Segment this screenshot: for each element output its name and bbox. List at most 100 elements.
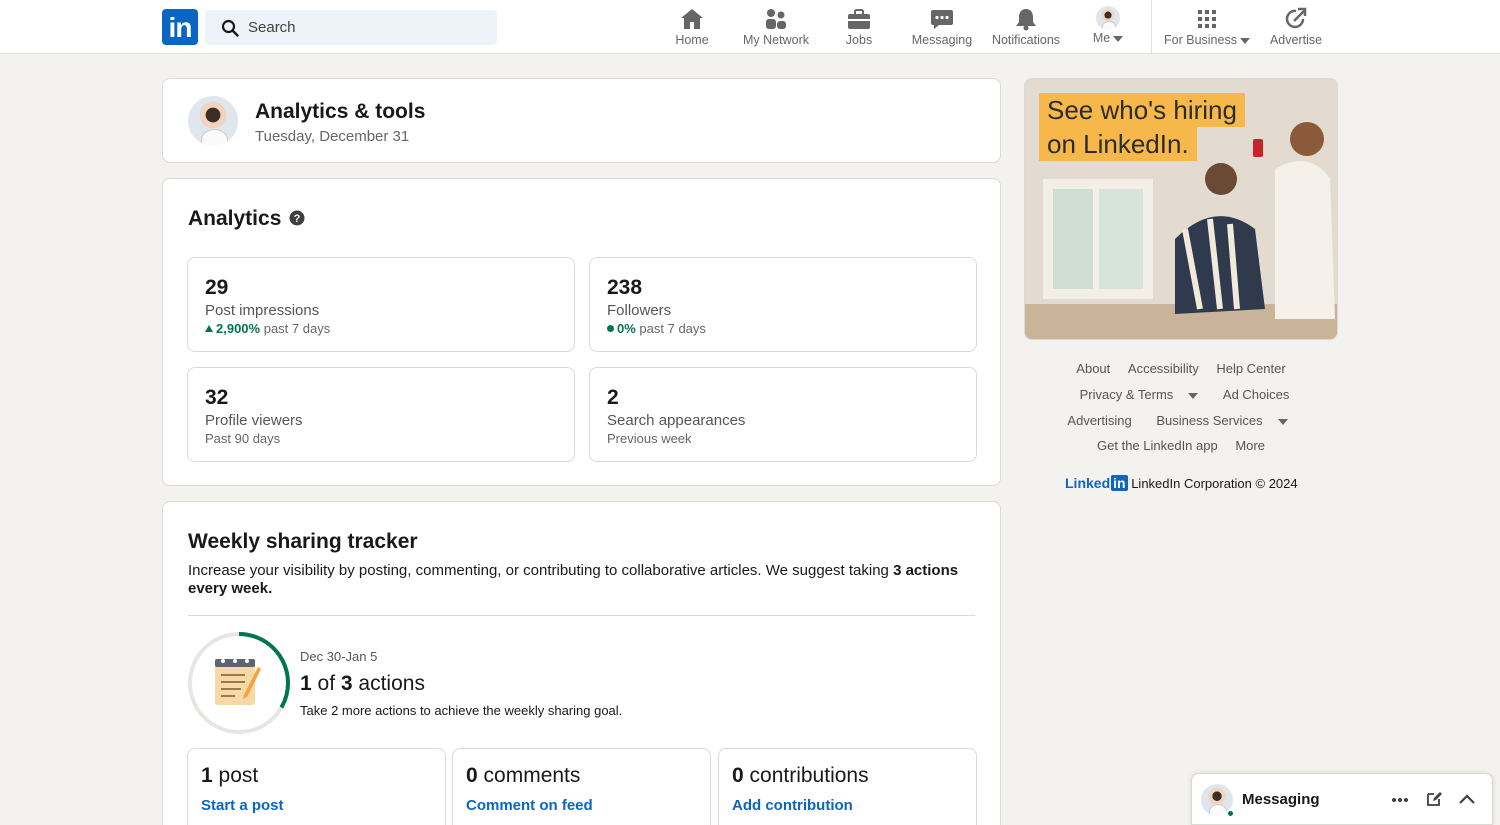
more-icon[interactable] — [1391, 792, 1409, 808]
stat-label: Profile viewers — [205, 412, 303, 429]
help-icon[interactable]: ? — [289, 210, 305, 226]
online-status-indicator — [1226, 809, 1235, 818]
stat-label: Followers — [607, 302, 672, 319]
analytics-header-card: Analytics & tools Tuesday, December 31 — [162, 78, 1001, 163]
home-icon — [681, 9, 703, 29]
search-input[interactable] — [248, 10, 488, 45]
stat-label: Search appearances — [607, 412, 746, 429]
weekly-tracker-card: Weekly sharing tracker Increase your vis… — [162, 501, 1001, 825]
stat-value: 29 — [205, 276, 229, 299]
footer-link-more[interactable]: More — [1235, 438, 1265, 453]
ad-banner[interactable]: See who's hiring on LinkedIn. — [1024, 78, 1338, 340]
footer-row-1: About Accessibility Help Center — [1024, 361, 1338, 376]
add-contribution-link[interactable]: Add contribution — [732, 797, 853, 814]
nav-home[interactable]: Home — [668, 6, 716, 50]
stat-followers[interactable]: 238 Followers 0% past 7 days — [589, 257, 977, 352]
stat-period: Previous week — [607, 431, 692, 446]
footer-link-get-app[interactable]: Get the LinkedIn app — [1097, 438, 1218, 453]
tracker-range: Dec 30-Jan 5 — [300, 649, 378, 664]
action-card-contributions: 0 contributions Add contribution — [718, 748, 977, 825]
analytics-card: Analytics ? 29 Post impressions 2,900% p… — [162, 178, 1001, 486]
tracker-goal: 3 — [340, 672, 353, 695]
stat-period: Past 90 days — [205, 431, 281, 446]
nav-avatar — [1096, 6, 1120, 30]
search-bar[interactable] — [205, 10, 497, 45]
nav-me-label: Me — [1092, 31, 1111, 45]
network-icon — [766, 9, 786, 29]
action-label: contributions — [749, 764, 869, 787]
messaging-dock-title: Messaging — [1242, 791, 1320, 808]
search-icon — [221, 19, 239, 37]
stat-change: 2,900% — [216, 321, 261, 336]
tracker-title: Weekly sharing tracker — [188, 530, 418, 553]
nav-notifications[interactable]: Notifications — [987, 6, 1065, 50]
stat-change: 0% — [617, 321, 636, 336]
comment-on-feed-link[interactable]: Comment on feed — [466, 797, 593, 814]
chevron-up-icon[interactable] — [1458, 792, 1476, 806]
compose-icon[interactable] — [1425, 790, 1443, 808]
action-count: 1 — [201, 764, 213, 787]
footer-row-3: Advertising Business Services — [1024, 413, 1338, 428]
bell-icon — [1016, 9, 1036, 31]
tracker-of: of — [317, 672, 336, 695]
progress-ring — [188, 632, 290, 734]
stat-label: Post impressions — [205, 302, 320, 319]
tracker-unit: actions — [358, 672, 425, 695]
action-label: comments — [483, 764, 581, 787]
stat-search-appearances[interactable]: 2 Search appearances Previous week — [589, 367, 977, 462]
chevron-down-icon — [1188, 392, 1199, 399]
trend-neutral-icon — [607, 325, 614, 332]
nav-advertise-label: Advertise — [1269, 33, 1323, 47]
tracker-note: Take 2 more actions to achieve the weekl… — [300, 703, 623, 718]
nav-jobs-label: Jobs — [845, 33, 873, 47]
nav-divider — [1151, 0, 1152, 54]
tracker-done: 1 — [300, 672, 312, 695]
footer-link-accessibility[interactable]: Accessibility — [1128, 361, 1199, 376]
footer-link-business-services-label: Business Services — [1156, 413, 1263, 428]
footer-brand-in: in — [1111, 475, 1128, 491]
trend-up-icon — [205, 325, 213, 332]
footer-brand-logo: Linked in — [1065, 475, 1128, 491]
nav-messaging[interactable]: Messaging — [909, 6, 975, 50]
svg-text:?: ? — [294, 213, 301, 225]
page-date: Tuesday, December 31 — [255, 128, 410, 145]
footer-link-advertising[interactable]: Advertising — [1067, 413, 1131, 428]
footer-link-privacy-terms[interactable]: Privacy & Terms — [1073, 387, 1206, 402]
stat-value: 32 — [205, 386, 229, 409]
analytics-title: Analytics — [188, 207, 282, 230]
apps-grid-icon — [1198, 10, 1216, 28]
stat-value: 2 — [607, 386, 619, 409]
start-post-link[interactable]: Start a post — [201, 797, 284, 814]
nav-messaging-label: Messaging — [911, 33, 973, 47]
linkedin-logo[interactable]: in — [162, 9, 198, 45]
chevron-down-icon — [1113, 35, 1124, 42]
stat-profile-viewers[interactable]: 32 Profile viewers Past 90 days — [187, 367, 575, 462]
nav-home-label: Home — [675, 33, 709, 47]
chevron-down-icon — [1239, 37, 1250, 44]
stat-post-impressions[interactable]: 29 Post impressions 2,900% past 7 days — [187, 257, 575, 352]
footer-link-business-services[interactable]: Business Services — [1149, 413, 1294, 428]
profile-avatar[interactable] — [188, 96, 238, 146]
chevron-down-icon — [1277, 418, 1288, 425]
action-card-comments: 0 comments Comment on feed — [452, 748, 711, 825]
nav-my-network[interactable]: My Network — [738, 6, 814, 50]
advertise-icon — [1285, 7, 1307, 29]
footer-link-help-center[interactable]: Help Center — [1216, 361, 1285, 376]
nav-notifications-label: Notifications — [991, 33, 1061, 47]
footer-link-privacy-terms-label: Privacy & Terms — [1079, 387, 1174, 402]
nav-advertise[interactable]: Advertise — [1266, 6, 1326, 50]
footer-link-about[interactable]: About — [1076, 361, 1110, 376]
ad-headline-line2: on LinkedIn. — [1039, 127, 1197, 161]
messaging-dock[interactable]: Messaging — [1191, 773, 1493, 825]
nav-for-business[interactable]: For Business — [1161, 6, 1253, 50]
top-nav: in Home My Network Jobs Messaging Notifi… — [0, 0, 1500, 54]
tracker-description: Increase your visibility by posting, com… — [188, 562, 894, 579]
action-label: post — [218, 764, 259, 787]
stat-period: past 7 days — [263, 321, 331, 336]
nav-me[interactable]: Me — [1088, 6, 1128, 50]
nav-jobs[interactable]: Jobs — [837, 6, 881, 50]
stat-period: past 7 days — [639, 321, 706, 336]
footer-link-ad-choices[interactable]: Ad Choices — [1223, 387, 1289, 402]
footer-brand: Linked in LinkedIn Corporation © 2024 — [1065, 475, 1298, 491]
action-count: 0 — [732, 764, 744, 787]
